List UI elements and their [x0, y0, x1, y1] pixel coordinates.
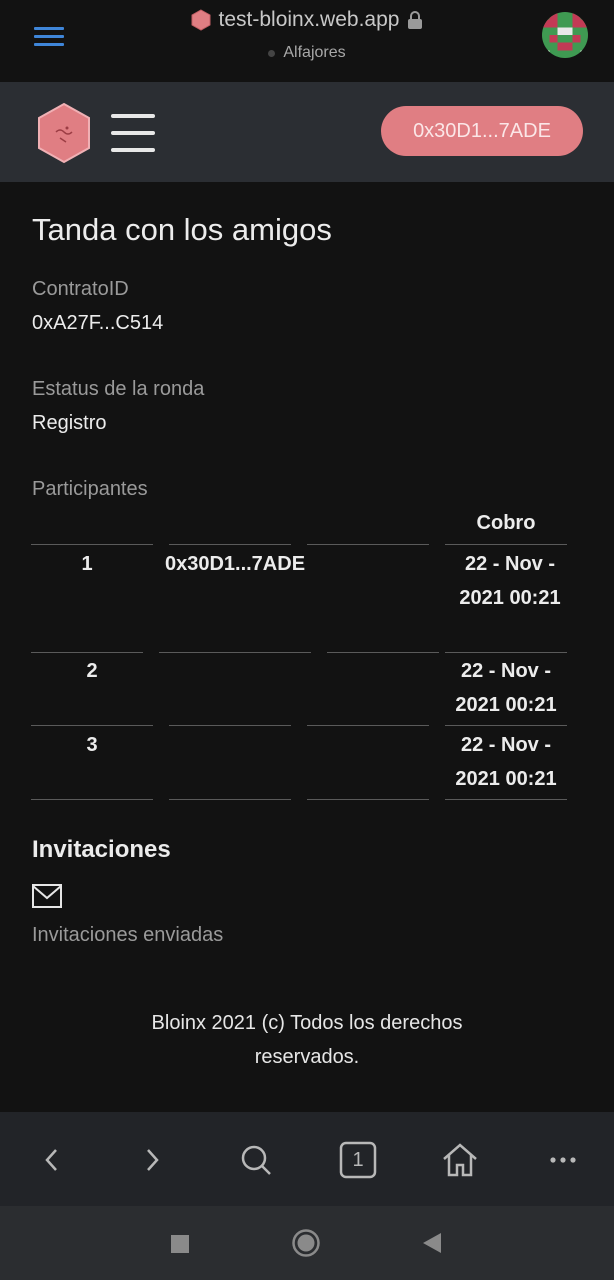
table-divider: [445, 652, 567, 653]
more-dots-icon: [550, 1157, 576, 1163]
row-cobro: 22 - Nov - 2021 00:21: [459, 553, 561, 609]
table-divider: [169, 725, 291, 726]
table-divider: [307, 544, 429, 545]
browser-bottom-nav: 1: [0, 1112, 614, 1206]
home-button[interactable]: [440, 1140, 480, 1180]
participants-label: Participantes: [32, 478, 148, 500]
table-divider: [169, 799, 291, 800]
tabs-icon: [339, 1141, 377, 1179]
status-label: Estatus de la ronda: [32, 378, 205, 400]
table-divider: [307, 725, 429, 726]
table-divider: [31, 799, 153, 800]
chevron-right-icon: [147, 1149, 159, 1171]
table-divider: [31, 725, 153, 726]
app-header: 0x30D1...7ADE: [0, 82, 614, 182]
search-icon: [241, 1145, 271, 1175]
table-divider: [169, 544, 291, 545]
wallet-address-button[interactable]: 0x30D1...7ADE: [381, 106, 583, 156]
contract-value: 0xA27F...C514: [32, 312, 164, 334]
row-cobro: 22 - Nov - 2021 00:21: [455, 734, 557, 790]
row-index: 2: [86, 660, 98, 682]
table-divider: [445, 544, 567, 545]
chevron-left-icon: [45, 1149, 57, 1171]
invitations-sent-label: Invitaciones enviadas: [32, 924, 224, 946]
search-button[interactable]: [236, 1140, 276, 1180]
home-icon: [443, 1143, 477, 1177]
bloinx-logo[interactable]: [36, 102, 92, 164]
home-circle-icon[interactable]: [291, 1228, 321, 1258]
table-divider: [31, 652, 143, 653]
lock-icon: [408, 11, 423, 29]
footer-copyright: Bloinx 2021 (c) Todos los derechos reser…: [151, 1012, 463, 1068]
row-index: 1: [81, 553, 93, 575]
forward-button[interactable]: [132, 1140, 172, 1180]
table-divider: [327, 652, 439, 653]
row-cobro: 22 - Nov - 2021 00:21: [455, 660, 557, 716]
network-name: Alfajores: [283, 44, 346, 61]
mail-icon[interactable]: [32, 884, 62, 908]
table-divider: [159, 652, 311, 653]
contract-label: ContratoID: [32, 278, 129, 300]
address-bar[interactable]: test-bloinx.web.app Alfajores: [0, 8, 614, 62]
app-menu-icon[interactable]: [111, 114, 155, 152]
tabs-button[interactable]: 1: [338, 1140, 378, 1180]
back-triangle-icon[interactable]: [422, 1232, 442, 1254]
row-index: 3: [86, 734, 98, 756]
invitations-title: Invitaciones: [32, 836, 171, 863]
site-favicon-icon: [191, 9, 211, 31]
android-nav-bar: [0, 1206, 614, 1280]
recent-apps-icon[interactable]: [170, 1234, 190, 1254]
url-text: test-bloinx.web.app: [218, 8, 400, 31]
page-title: Tanda con los amigos: [32, 212, 332, 247]
table-divider: [307, 799, 429, 800]
status-value: Registro: [32, 412, 107, 434]
browser-top-bar: test-bloinx.web.app Alfajores: [0, 0, 614, 82]
network-status-dot: [268, 49, 276, 57]
more-options-button[interactable]: [543, 1140, 583, 1180]
table-divider: [31, 544, 153, 545]
account-avatar[interactable]: [542, 12, 588, 58]
row-address: 0x30D1...7ADE: [164, 553, 306, 575]
back-button[interactable]: [32, 1140, 72, 1180]
table-divider: [445, 725, 567, 726]
table-header-cobro: Cobro: [476, 512, 536, 534]
table-divider: [445, 799, 567, 800]
